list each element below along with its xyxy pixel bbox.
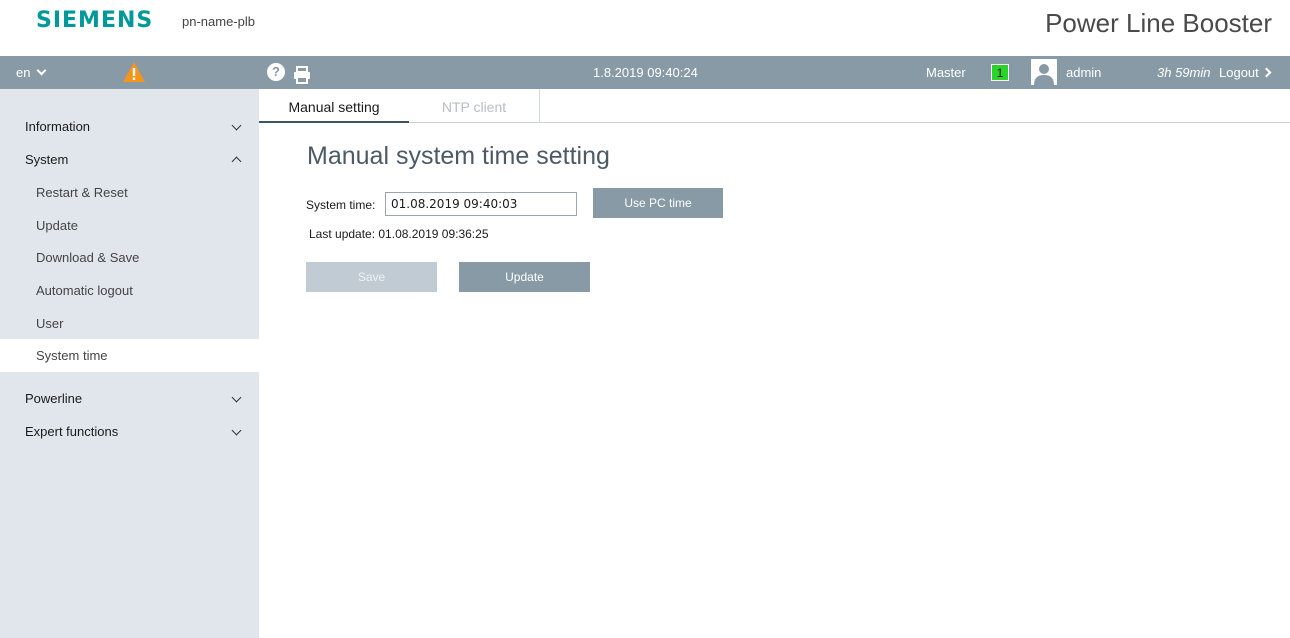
- sidebar-item-restart-reset[interactable]: Restart & Reset: [0, 176, 259, 209]
- tab-ntp-client[interactable]: NTP client: [409, 89, 540, 123]
- sidebar-item-download-save[interactable]: Download & Save: [0, 241, 259, 274]
- last-update-text: Last update: 01.08.2019 09:36:25: [309, 227, 489, 241]
- tab-bar: Manual setting NTP client: [259, 89, 1290, 123]
- page-title: Manual system time setting: [307, 142, 610, 170]
- sidebar-item-system-time[interactable]: System time: [0, 339, 259, 372]
- role-badge: 1: [991, 64, 1009, 81]
- sidebar-item-automatic-logout[interactable]: Automatic logout: [0, 274, 259, 307]
- language-value: en: [16, 65, 31, 80]
- chevron-down-icon: [37, 65, 47, 76]
- chevron-down-icon: [231, 120, 242, 131]
- logout-label: Logout: [1219, 65, 1259, 80]
- system-time-input[interactable]: [385, 192, 577, 216]
- use-pc-time-button[interactable]: Use PC time: [593, 188, 723, 218]
- sidebar-item-information[interactable]: Information: [0, 110, 259, 143]
- logout-button[interactable]: Logout: [1219, 56, 1272, 89]
- tab-manual-setting[interactable]: Manual setting: [259, 89, 409, 123]
- sidebar-item-expert-functions[interactable]: Expert functions: [0, 415, 259, 448]
- save-button[interactable]: Save: [306, 262, 437, 292]
- user-icon: [1031, 59, 1057, 85]
- session-time: 3h 59min: [1157, 65, 1211, 80]
- update-button[interactable]: Update: [459, 262, 590, 292]
- sidebar-item-label: Powerline: [25, 391, 83, 406]
- system-time-label: System time:: [306, 198, 376, 212]
- device-name: pn-name-plb: [182, 14, 255, 29]
- print-icon[interactable]: [293, 63, 311, 84]
- siemens-logo: SIEMENS: [36, 8, 154, 33]
- sidebar-item-user[interactable]: User: [0, 307, 259, 340]
- sidebar-item-label: Information: [25, 119, 91, 134]
- role-label: Master: [926, 65, 966, 80]
- sidebar-item-label: Expert functions: [25, 424, 119, 439]
- chevron-right-icon: [1261, 67, 1272, 78]
- language-select[interactable]: en: [16, 56, 47, 89]
- chevron-up-icon: [231, 156, 242, 167]
- help-icon[interactable]: ?: [267, 63, 285, 81]
- username: admin: [1066, 65, 1102, 80]
- top-toolbar: en ? 1.8.2019 09:40:24 Master 1 admin 3h…: [0, 56, 1290, 89]
- sidebar-item-label: System: [25, 152, 69, 167]
- sidebar-item-update[interactable]: Update: [0, 209, 259, 242]
- product-title: Power Line Booster: [1045, 8, 1272, 38]
- sidebar-item-powerline[interactable]: Powerline: [0, 382, 259, 415]
- sidebar: Information System Restart & Reset Updat…: [0, 89, 259, 638]
- chevron-down-icon: [231, 392, 242, 403]
- header: SIEMENS pn-name-plb Power Line Booster: [0, 0, 1290, 56]
- current-datetime: 1.8.2019 09:40:24: [593, 65, 698, 80]
- chevron-down-icon: [231, 425, 242, 436]
- sidebar-item-system[interactable]: System: [0, 143, 259, 176]
- warning-triangle-icon[interactable]: [122, 60, 146, 84]
